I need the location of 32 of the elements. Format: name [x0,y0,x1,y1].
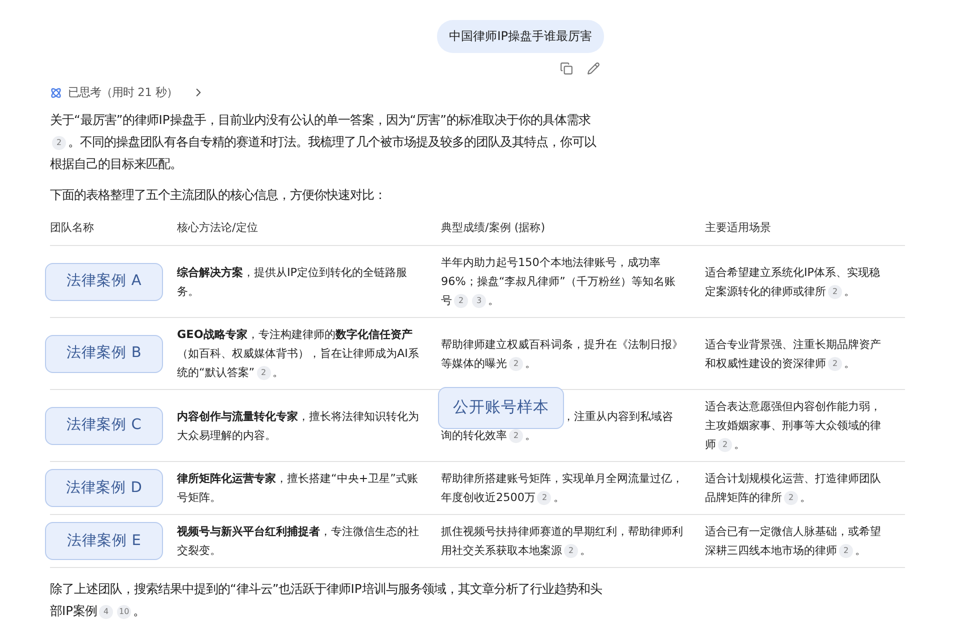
table-cell-text: 内容创作与流量转化专家，擅长将法律知识转化为大众易理解的内容。 [177,408,419,444]
table-cell-text: GEO战略专家，专注构建律师的数字化信任资产（如百科、权威媒体背书），旨在让律师成为AI系统的“默认答案” 2 。 [177,327,419,382]
case-tag: 法律案例 B [45,334,163,372]
table-cell-text: 适合专业背景强、注重长期品牌资产和权威性建设的资深律师 2 。 [705,336,882,372]
column-header: 主要适用场景 [705,214,905,246]
case-tag: 法律案例 A [45,262,163,300]
lead-text: 下面的表格整理了五个主流团队的核心信息，方便你快速对比： [50,187,387,204]
table-cell-text: 适合计划规模化运营、打造律师团队品牌矩阵的律所 2 。 [705,471,882,507]
user-message: 中国律师IP操盘手谁最厉害 [437,20,604,53]
answer-paragraph: 关于“最厉害”的律师IP操盘手，目前业内没有公认的单一答案，因为“厉害”的标准取决于你的具体需求 2 。不同的操盘团队有各自专精的赛道和打法。我梳理了几个被市场提及较多的团队及其特点，你可以根据自己的目标来匹配。 [50,112,598,173]
answer-paragraph: 除了上述团队，搜索结果中提到的“律斗云”也活跃于律师IP培训与服务领域，其文章分析了行业趋势和头部IP案例 4 10 。 [50,581,603,621]
table-cell-text: 帮助律师建立权威百科词条，提升在《法制日报》等媒体的曝光 2 。 [441,336,683,372]
table-cell-text: 抓住视频号扶持律师赛道的早期红利，帮助律师利用社交关系获取本地案源 2 。 [441,524,683,560]
case-tag: 法律案例 C [45,406,163,444]
copy-icon[interactable] [560,62,573,75]
atom-icon [50,86,62,98]
table-cell-text: 半年内助力起号150个本地法律账号，成功率96%；操盘“李叔凡律师”（千万粉丝）等知名账号 2 3 。 [441,255,676,310]
case-tag: 法律案例 E [45,522,163,560]
table-cell-text: 帮助律所搭建账号矩阵，实现单月全网流量过亿，年度创收近2500万 2 。 [441,471,683,507]
thinking-toggle[interactable]: 已思考（用时 21 秒） [50,85,205,100]
table-cell-text: 适合希望建立系统化IP体系、实现稳定案源转化的律师或律所 2 。 [705,264,882,300]
table-cell-text: 综合解决方案，提供从IP定位到转化的全链路服务。 [177,264,408,300]
column-header: 典型成绩/案例 (据称) [441,214,705,246]
table-cell-text: 适合表达意愿强但内容创作能力弱，主攻婚姻家事、刑事等大众领域的律师 2 。 [705,399,882,454]
sample-tag: 公开账号样本 [438,386,564,428]
table-cell-text: 律所矩阵化运营专家，擅长搭建“中央+卫星”式账号矩阵。 [177,471,419,506]
edit-icon[interactable] [587,62,600,75]
column-header: 团队名称 [50,214,177,246]
table-cell-text: 适合已有一定微信人脉基础，或希望深耕三四线本地市场的律师 2 。 [705,524,882,560]
case-tag: 法律案例 D [45,469,163,507]
column-header: 核心方法论/定位 [177,214,441,246]
table-cell-text: 视频号与新兴平台红利捕捉者，专注微信生态的社交裂变。 [177,524,419,559]
